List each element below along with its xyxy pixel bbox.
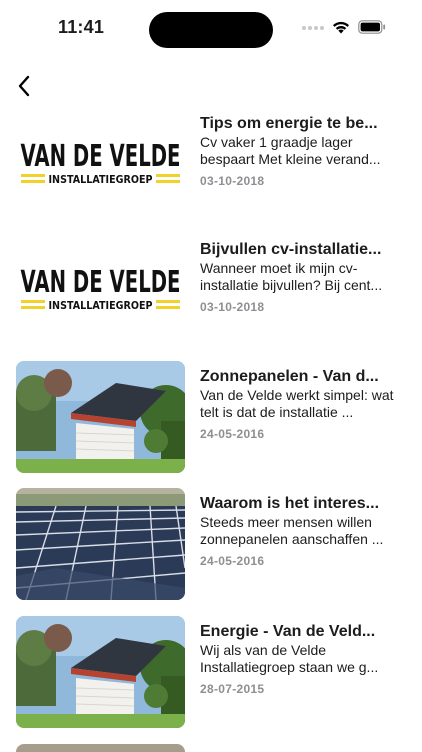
article-date: 24-05-2016 xyxy=(200,554,265,568)
article-title: Tips om energie te be... xyxy=(200,115,378,132)
logo-subtitle: INSTALLATIEGROEP xyxy=(49,173,153,186)
logo-subtitle: INSTALLATIEGROEP xyxy=(49,299,153,312)
article-row-partial[interactable] xyxy=(0,744,422,752)
chevron-left-icon xyxy=(18,75,30,97)
article-thumbnail-house-photo xyxy=(16,361,185,473)
wifi-icon xyxy=(332,20,350,39)
article-row[interactable]: Energie - Van de Veld... Wij als van de … xyxy=(0,616,422,730)
article-row[interactable]: VAN DE VELDE INSTALLATIEGROEP Bijvullen … xyxy=(0,234,422,348)
battery-icon xyxy=(358,19,386,39)
article-title: Waarom is het interes... xyxy=(200,495,380,512)
logo-title: VAN DE VELDE xyxy=(21,265,181,300)
article-date: 24-05-2016 xyxy=(200,427,265,441)
article-title: Energie - Van de Veld... xyxy=(200,623,376,640)
signal-icon xyxy=(302,20,324,38)
back-button[interactable] xyxy=(12,72,36,100)
article-thumbnail-partial xyxy=(16,744,185,752)
article-summary: Cv vaker 1 graadje lager bespaart Met kl… xyxy=(200,134,381,167)
article-row[interactable]: VAN DE VELDE INSTALLATIEGROEP Tips om en… xyxy=(0,108,422,222)
dynamic-island xyxy=(149,12,273,48)
article-thumbnail-solar-field-photo xyxy=(16,488,185,600)
status-icons xyxy=(302,19,386,39)
article-row[interactable]: Waarom is het interes... Steeds meer men… xyxy=(0,488,422,602)
article-row[interactable]: Zonnepanelen - Van d... Van de Velde wer… xyxy=(0,361,422,475)
logo-title: VAN DE VELDE xyxy=(21,139,181,174)
article-summary: Wanneer moet ik mijn cv-installatie bijv… xyxy=(200,260,383,293)
article-title: Bijvullen cv-installatie... xyxy=(200,241,382,258)
article-date: 03-10-2018 xyxy=(200,174,265,188)
status-time: 11:41 xyxy=(58,17,105,37)
article-thumbnail-logo: VAN DE VELDE INSTALLATIEGROEP xyxy=(16,108,185,220)
article-title: Zonnepanelen - Van d... xyxy=(200,368,379,385)
article-summary: Van de Velde werkt simpel: wat telt is d… xyxy=(200,387,394,420)
article-summary: Steeds meer mensen willen zonnepanelen a… xyxy=(200,514,384,547)
article-thumbnail-logo: VAN DE VELDE INSTALLATIEGROEP xyxy=(16,234,185,346)
article-date: 03-10-2018 xyxy=(200,300,265,314)
status-bar: 11:41 xyxy=(0,0,422,58)
article-date: 28-07-2015 xyxy=(200,682,265,696)
article-thumbnail-house-photo xyxy=(16,616,185,728)
article-summary: Wij als van de Velde Installatiegroep st… xyxy=(200,642,379,675)
